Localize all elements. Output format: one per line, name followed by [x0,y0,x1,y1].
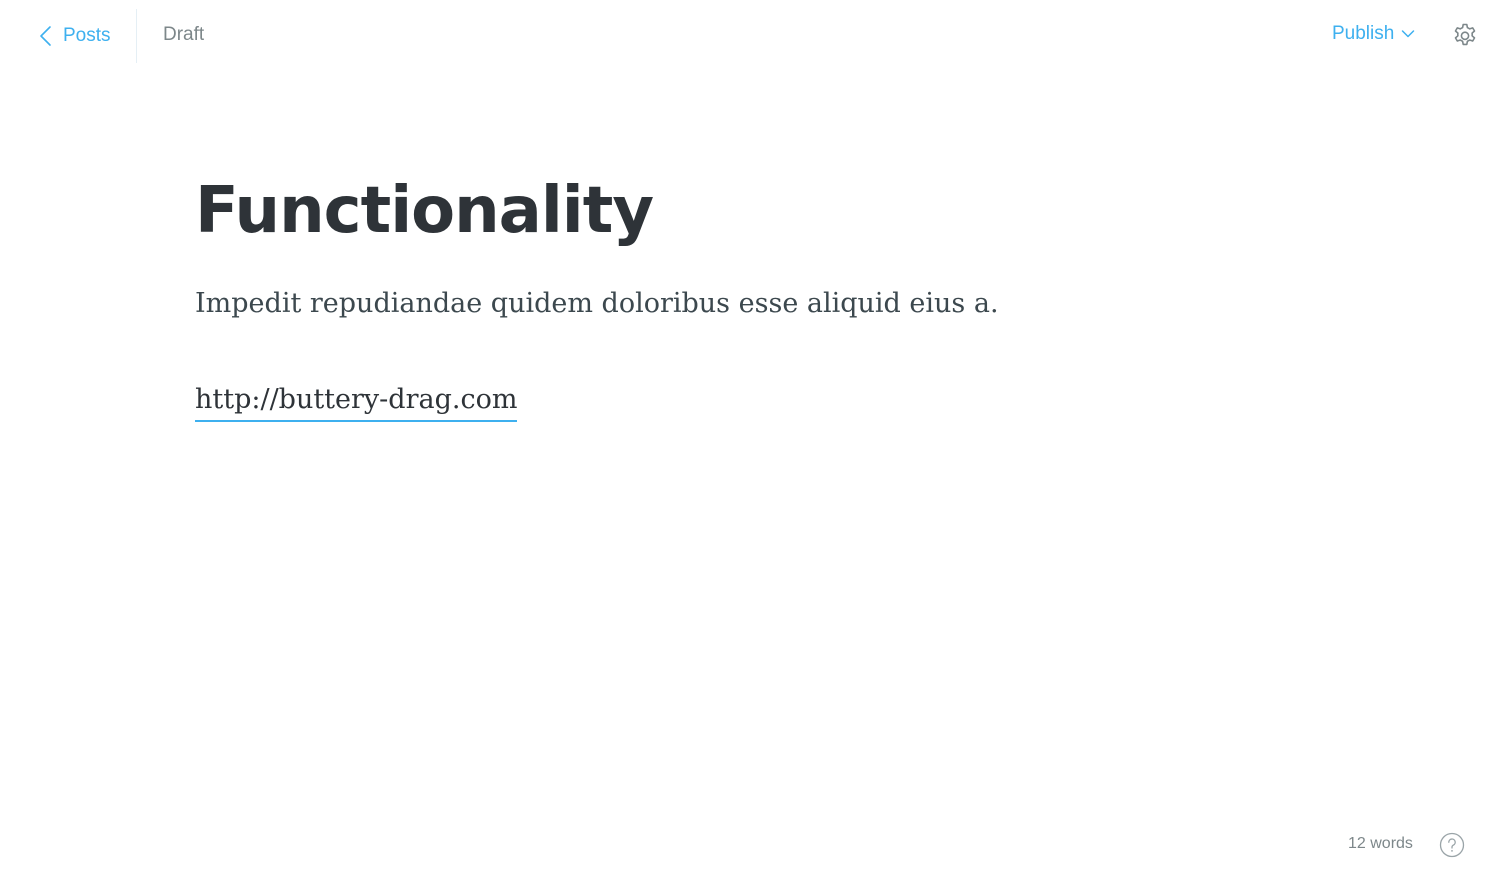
publish-label: Publish [1332,23,1395,44]
back-link-label: Posts [63,25,111,46]
publish-menu-button[interactable]: Publish [1332,23,1415,45]
post-paragraph[interactable]: Impedit repudiandae quidem doloribus ess… [195,284,999,324]
header-divider [136,9,137,63]
post-status: Draft [163,24,205,45]
top-bar: Posts Draft Publish [0,0,1500,72]
word-count: 12 words [1348,835,1413,852]
gear-icon[interactable] [1451,22,1479,50]
chevron-left-icon [40,26,51,46]
chevron-down-icon [1402,30,1415,38]
question-circle-icon[interactable] [1439,832,1465,858]
post-link[interactable]: http://buttery-drag.com [195,380,518,422]
editor-page: Posts Draft Publish Functionality Impedi… [0,0,1500,893]
post-title[interactable]: Functionality [195,168,654,254]
back-to-posts-link[interactable]: Posts [38,22,111,50]
